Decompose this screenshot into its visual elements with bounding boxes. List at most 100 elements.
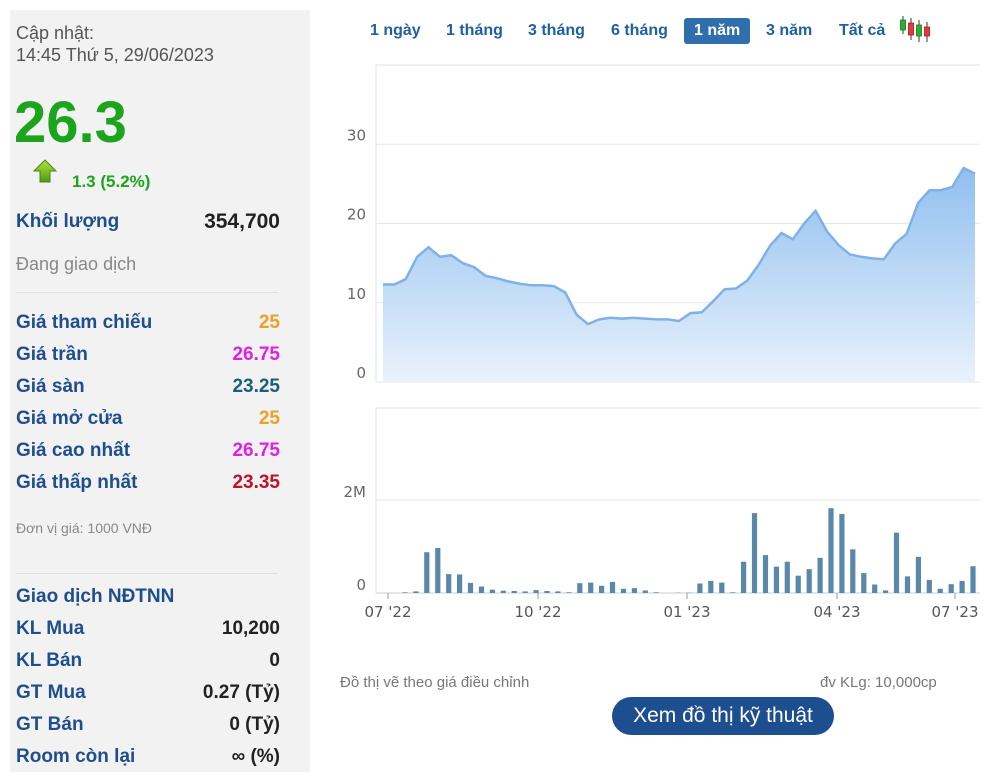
trading-status: Đang giao dịch [16, 254, 137, 274]
volume-bar [773, 566, 779, 593]
foreign-room-row: Room còn lại ∞ (%) [16, 744, 280, 770]
volume-bar [883, 590, 889, 593]
foreign-trading-title: Giao dịch NĐTNN [16, 584, 280, 610]
arrow-up-icon [32, 159, 58, 183]
reference-price-label: Giá tham chiếu [16, 312, 153, 333]
reference-price-value: 25 [258, 312, 280, 333]
foreign-buy-volume-value: 10,200 [221, 618, 280, 639]
x-tick-label: 01 '23 [663, 603, 710, 621]
volume-bar [642, 590, 648, 593]
x-tick-label: 10 '22 [514, 603, 561, 621]
volume-bar [511, 591, 517, 593]
tab-3-years[interactable]: 3 năm [756, 18, 822, 44]
foreign-buy-value-label: GT Mua [16, 682, 86, 703]
volume-bar [435, 548, 441, 593]
volume-bar [697, 583, 703, 593]
volume-bar [970, 566, 976, 593]
tab-3-months[interactable]: 3 tháng [518, 18, 595, 44]
current-price: 26.3 [14, 90, 127, 155]
reference-price-row: Giá tham chiếu 25 [16, 310, 280, 336]
tab-1-day[interactable]: 1 ngày [360, 18, 431, 44]
volume-value: 354,700 [204, 210, 280, 233]
ceiling-price-value: 26.75 [232, 344, 280, 365]
technical-chart-button[interactable]: Xem đồ thị kỹ thuật [612, 697, 834, 735]
open-price-label: Giá mở cửa [16, 408, 123, 429]
y-tick-label: 30 [347, 126, 366, 144]
floor-price-label: Giá sàn [16, 376, 85, 397]
volume-bar [588, 582, 594, 593]
x-tick-label: 07 '23 [931, 603, 978, 621]
tab-all[interactable]: Tất cả [829, 18, 895, 44]
volume-bar [544, 591, 550, 593]
volume-bar [719, 582, 725, 593]
volume-bar [806, 569, 812, 593]
price-area [383, 168, 975, 382]
high-price-label: Giá cao nhất [16, 440, 131, 461]
volume-row: Khối lượng 354,700 [16, 209, 280, 235]
volume-bar [446, 574, 452, 593]
tab-1-month[interactable]: 1 tháng [436, 18, 513, 44]
y-tick-label: 0 [356, 576, 366, 594]
volume-bar [522, 591, 528, 593]
foreign-sell-volume-label: KL Bán [16, 650, 83, 671]
ceiling-price-row: Giá trần 26.75 [16, 342, 280, 368]
volume-bar [555, 591, 561, 593]
volume-bar [566, 592, 572, 593]
divider [16, 573, 278, 574]
x-tick-label: 04 '23 [813, 603, 860, 621]
adjusted-price-note: Đồ thị vẽ theo giá điều chỉnh [340, 674, 530, 691]
volume-bar [937, 588, 943, 593]
open-price-row: Giá mở cửa 25 [16, 406, 280, 432]
volume-bar [839, 514, 845, 593]
tab-1-year[interactable]: 1 năm [684, 18, 751, 44]
divider [16, 292, 278, 293]
volume-bar [817, 557, 823, 593]
y-tick-label: 2M [344, 483, 367, 501]
volume-bar [751, 513, 758, 593]
foreign-buy-volume-label: KL Mua [16, 618, 85, 639]
ceiling-price-label: Giá trần [16, 344, 88, 365]
volume-bar [904, 576, 911, 593]
update-label: Cập nhật: [16, 23, 95, 43]
volume-bar [784, 561, 790, 593]
volume-bar [828, 508, 834, 593]
update-time: 14:45 Thứ 5, 29/06/2023 [16, 45, 214, 65]
volume-bar [653, 592, 659, 593]
volume-bar [893, 532, 900, 593]
volume-chart: 2M 0 07 '22 10 '22 01 '23 04 '23 07 '23 [344, 407, 980, 621]
volume-label: Khối lượng [16, 211, 120, 232]
foreign-room-label: Room còn lại [16, 746, 136, 767]
volume-bar [730, 592, 736, 593]
volume-bar [926, 579, 932, 593]
volume-bar [872, 584, 878, 593]
price-chart: 0 10 20 30 [347, 64, 980, 383]
volume-bar [708, 580, 714, 593]
foreign-room-value: ∞ (%) [231, 746, 280, 767]
high-price-value: 26.75 [232, 440, 280, 461]
update-info: Cập nhật: 14:45 Thứ 5, 29/06/2023 [16, 22, 214, 66]
volume-bar [599, 585, 605, 593]
foreign-buy-volume-row: KL Mua 10,200 [16, 616, 280, 642]
open-price-value: 25 [258, 408, 280, 429]
volume-bar [609, 581, 616, 593]
high-price-row: Giá cao nhất 26.75 [16, 438, 280, 464]
volume-bar [478, 586, 485, 593]
volume-bar [533, 590, 539, 593]
foreign-sell-volume-value: 0 [269, 650, 280, 671]
foreign-buy-value-row: GT Mua 0.27 (Tỷ) [16, 680, 280, 706]
volume-bar [577, 583, 583, 593]
low-price-value: 23.35 [232, 472, 280, 493]
foreign-buy-value-value: 0.27 (Tỷ) [202, 682, 280, 703]
volume-bar [620, 588, 627, 593]
tab-6-months[interactable]: 6 tháng [601, 18, 678, 44]
price-change: 1.3 (5.2%) [72, 172, 151, 191]
low-price-label: Giá thấp nhất [16, 472, 138, 493]
volume-bar [467, 582, 474, 593]
volume-bar [850, 549, 856, 593]
volume-bar [631, 588, 637, 593]
foreign-sell-value-row: GT Bán 0 (Tỷ) [16, 712, 280, 738]
candlestick-icon[interactable] [898, 14, 932, 44]
volume-bar [489, 589, 495, 593]
y-tick-label: 0 [356, 364, 366, 382]
foreign-sell-value-label: GT Bán [16, 714, 84, 735]
